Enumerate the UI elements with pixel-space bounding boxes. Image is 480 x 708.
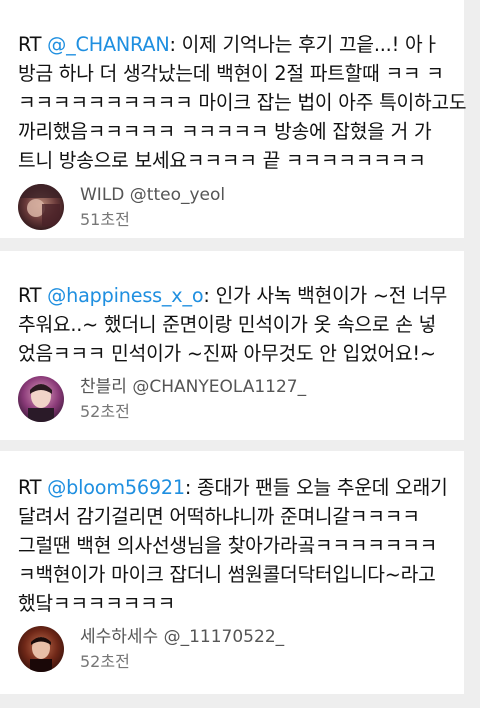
- mention-link[interactable]: @happiness_x_o: [47, 284, 203, 307]
- tweet-line: RT @_CHANRAN: 이제 기억나는 후기 끄읕...! 아ㅏ: [18, 30, 462, 59]
- tweet-line: ㅋㅋㅋㅋㅋㅋㅋㅋㅋㅋ 마이크 잡는 법이 아주 특이하고도: [18, 91, 467, 114]
- tweet-line-text: : 종대가 팬들 오늘 추운데 오래기: [184, 476, 448, 499]
- retweet-prefix: RT: [18, 476, 48, 499]
- avatar-chanbly-icon: [18, 376, 64, 422]
- tweet-line: RT @bloom56921: 종대가 팬들 오늘 추운데 오래기: [18, 473, 462, 502]
- tweet-line: ㅋ백현이가 마이크 잡더니 썸원콜더닥터입니다~라고: [18, 563, 436, 586]
- tweet-text: RT @happiness_x_o: 인가 사녹 백현이가 ~전 너무 추워요.…: [18, 281, 462, 368]
- avatar[interactable]: [18, 626, 64, 672]
- tweet-line: RT @happiness_x_o: 인가 사녹 백현이가 ~전 너무: [18, 281, 462, 310]
- mention-link[interactable]: @_CHANRAN: [47, 33, 170, 56]
- tweet-feed: RT @_CHANRAN: 이제 기억나는 후기 끄읕...! 아ㅏ 방금 하나…: [0, 0, 480, 708]
- avatar-wild-icon: [18, 184, 64, 230]
- tweet-line: 달려서 감기걸리면 어떡하냐니까 준며니갈ㅋㅋㅋㅋ: [18, 505, 420, 528]
- tweet-line-text: : 이제 기억나는 후기 끄읕...! 아ㅏ: [169, 33, 440, 56]
- avatar-sesu-icon: [18, 626, 64, 672]
- tweet-line: 까리했음ㅋㅋㅋㅋㅋ ㅋㅋㅋㅋㅋ 방송에 잡혔을 거 가: [18, 120, 432, 143]
- tweet-line: 했닼ㅋㅋㅋㅋㅋㅋㅋ: [18, 592, 176, 615]
- tweet-time: 52초전: [80, 402, 130, 421]
- tweet-line: 었음ㅋㅋㅋ 민석이가 ~진짜 아무것도 안 입었어요!~: [18, 342, 436, 365]
- retweet-prefix: RT: [18, 284, 48, 307]
- author-name[interactable]: 찬블리 @CHANYEOLA1127_: [80, 376, 306, 398]
- tweet-text: RT @bloom56921: 종대가 팬들 오늘 추운데 오래기 달려서 감기…: [18, 473, 462, 618]
- tweet-time: 51초전: [80, 210, 130, 229]
- tweet-time: 52초전: [80, 652, 130, 671]
- mention-link[interactable]: @bloom56921: [47, 476, 185, 499]
- tweet-line: 방금 하나 더 생각났는데 백현이 2절 파트할때 ㅋㅋ ㅋ: [18, 62, 444, 85]
- tweet-line-text: : 인가 사녹 백현이가 ~전 너무: [203, 284, 448, 307]
- tweet-line: 트니 방송으로 보세요ㅋㅋㅋㅋ 끝 ㅋㅋㅋㅋㅋㅋㅋㅋ: [18, 149, 426, 172]
- author-name[interactable]: 세수하세수 @_11170522_: [80, 626, 284, 648]
- avatar[interactable]: [18, 376, 64, 422]
- retweet-prefix: RT: [18, 33, 48, 56]
- tweet-line: 그럴땐 백현 의사선생님을 찾아가라곸ㅋㅋㅋㅋㅋㅋㅋ: [18, 534, 438, 557]
- tweet-line: 추워요..~ 했더니 준면이랑 민석이가 옷 속으로 손 넣: [18, 313, 437, 336]
- author-name[interactable]: WILD @tteo_yeol: [80, 184, 225, 206]
- avatar[interactable]: [18, 184, 64, 230]
- tweet-text: RT @_CHANRAN: 이제 기억나는 후기 끄읕...! 아ㅏ 방금 하나…: [18, 30, 467, 175]
